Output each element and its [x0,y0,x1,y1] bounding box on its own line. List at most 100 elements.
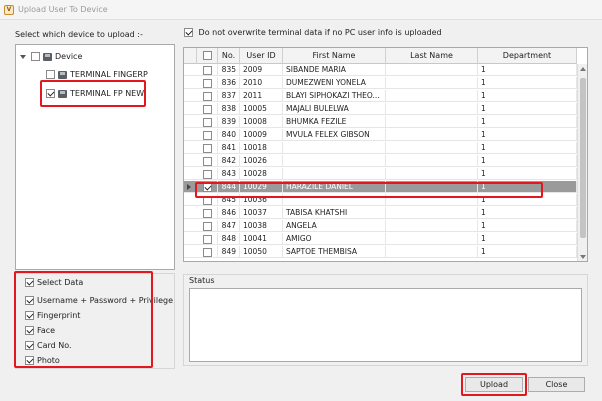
header-user-id[interactable]: User ID [240,48,283,64]
data-option-item[interactable]: Face [25,324,55,337]
cell-last-name [386,155,478,167]
tree-node-terminal-fingerp[interactable]: TERMINAL FINGERP [46,68,148,82]
cell-no: 837 [218,90,240,102]
table-row[interactable]: 845 10036 1 [184,194,577,206]
table-row[interactable]: 837 2011 BLAYI SIPHOKAZI THEO... 1 [184,90,577,102]
row-select-cell[interactable] [197,142,218,154]
cell-last-name [386,168,478,180]
scroll-thumb[interactable] [580,78,586,238]
select-all-checkbox[interactable] [202,51,212,60]
table-row[interactable]: 849 10050 SAPTOE THEMBISA 1 [184,246,577,258]
cell-first-name: ANGELA [283,220,386,232]
row-select-cell[interactable] [197,155,218,167]
header-department[interactable]: Department [478,48,577,64]
table-row[interactable]: 836 2010 DUMEZWENI YONELA 1 [184,77,577,89]
grid-scrollbar[interactable] [577,64,587,261]
data-option-item[interactable]: Username + Password + Privilege [25,294,173,307]
table-row[interactable]: 848 10041 AMIGO 1 [184,233,577,245]
overwrite-option[interactable]: Do not overwrite terminal data if no PC … [184,28,442,37]
tree-node-terminal-fp-new[interactable]: TERMINAL FP NEW [46,87,144,101]
tree-node-device[interactable]: Device [20,50,82,64]
row-checkbox[interactable] [202,221,212,231]
device-root-checkbox[interactable] [31,52,40,61]
row-select-cell[interactable] [197,233,218,245]
row-select-cell[interactable] [197,194,218,206]
cell-department: 1 [478,142,577,154]
header-first-name[interactable]: First Name [283,48,386,64]
row-checkbox[interactable] [202,117,212,127]
status-output [189,288,582,362]
row-checkbox[interactable] [202,65,212,75]
table-row[interactable]: 847 10038 ANGELA 1 [184,220,577,232]
table-row[interactable]: 842 10026 1 [184,155,577,167]
row-checkbox[interactable] [202,156,212,166]
data-option-item[interactable]: Card No. [25,339,72,352]
cell-user-id: 10028 [240,168,283,180]
cell-first-name [283,142,386,154]
data-option-checkbox[interactable] [25,341,34,350]
table-row[interactable]: 846 10037 TABISA KHATSHI 1 [184,207,577,219]
row-checkbox[interactable] [202,78,212,88]
header-last-name[interactable]: Last Name [386,48,478,64]
table-row[interactable]: 841 10018 1 [184,142,577,154]
data-option-item[interactable]: Fingerprint [25,309,80,322]
row-select-cell[interactable] [197,64,218,76]
expand-arrow-icon[interactable] [20,54,26,59]
cell-user-id: 10009 [240,129,283,141]
table-row[interactable]: 843 10028 1 [184,168,577,180]
row-select-cell[interactable] [197,116,218,128]
row-select-cell[interactable] [197,246,218,258]
data-option-checkbox[interactable] [25,356,34,365]
select-data-toggle[interactable]: Select Data [25,276,83,289]
row-select-cell[interactable] [197,90,218,102]
cell-last-name [386,142,478,154]
row-select-cell[interactable] [197,181,218,193]
cell-last-name [386,207,478,219]
data-option-item[interactable]: Photo [25,354,60,367]
row-checkbox[interactable] [202,208,212,218]
cell-last-name [386,129,478,141]
scroll-down-arrow-icon[interactable] [580,255,586,259]
row-checkbox[interactable] [202,247,212,257]
close-button[interactable]: Close [528,377,585,392]
terminal-fp-new-checkbox[interactable] [46,89,55,98]
cell-first-name: AMIGO [283,233,386,245]
cell-last-name [386,103,478,115]
upload-button[interactable]: Upload [465,377,523,392]
row-select-cell[interactable] [197,77,218,89]
table-row[interactable]: 835 2009 SIBANDE MARIA 1 [184,64,577,76]
row-select-cell[interactable] [197,103,218,115]
data-option-checkbox[interactable] [25,326,34,335]
row-select-cell[interactable] [197,168,218,180]
cell-department: 1 [478,155,577,167]
row-checkbox[interactable] [202,143,212,153]
terminal-fingerp-label: TERMINAL FINGERP [70,70,148,79]
row-checkbox[interactable] [202,195,212,205]
row-select-cell[interactable] [197,220,218,232]
row-select-cell[interactable] [197,129,218,141]
row-checkbox[interactable] [202,91,212,101]
cell-no: 846 [218,207,240,219]
row-checkbox[interactable] [202,104,212,114]
cell-last-name [386,64,478,76]
cell-first-name: TABISA KHATSHI [283,207,386,219]
data-option-checkbox[interactable] [25,296,34,305]
row-checkbox[interactable] [202,169,212,179]
table-row[interactable]: 844 10029 HARAZILE DANIEL 1 [184,181,577,193]
row-checkbox[interactable] [202,130,212,140]
table-row[interactable]: 840 10009 MVULA FELEX GIBSON 1 [184,129,577,141]
table-row[interactable]: 838 10005 MAJALI BULELWA 1 [184,103,577,115]
header-no[interactable]: No. [218,48,240,64]
data-option-checkbox[interactable] [25,311,34,320]
row-checkbox[interactable] [202,234,212,244]
select-data-checkbox[interactable] [25,278,34,287]
row-select-cell[interactable] [197,207,218,219]
scroll-up-arrow-icon[interactable] [580,67,586,71]
row-checkbox[interactable] [202,182,212,192]
terminal-fingerp-checkbox[interactable] [46,70,55,79]
cell-department: 1 [478,246,577,258]
header-select-all[interactable] [197,48,218,64]
table-row[interactable]: 839 10008 BHUMKA FEZILE 1 [184,116,577,128]
overwrite-checkbox[interactable] [184,28,193,37]
header-indicator-cell [184,48,197,64]
